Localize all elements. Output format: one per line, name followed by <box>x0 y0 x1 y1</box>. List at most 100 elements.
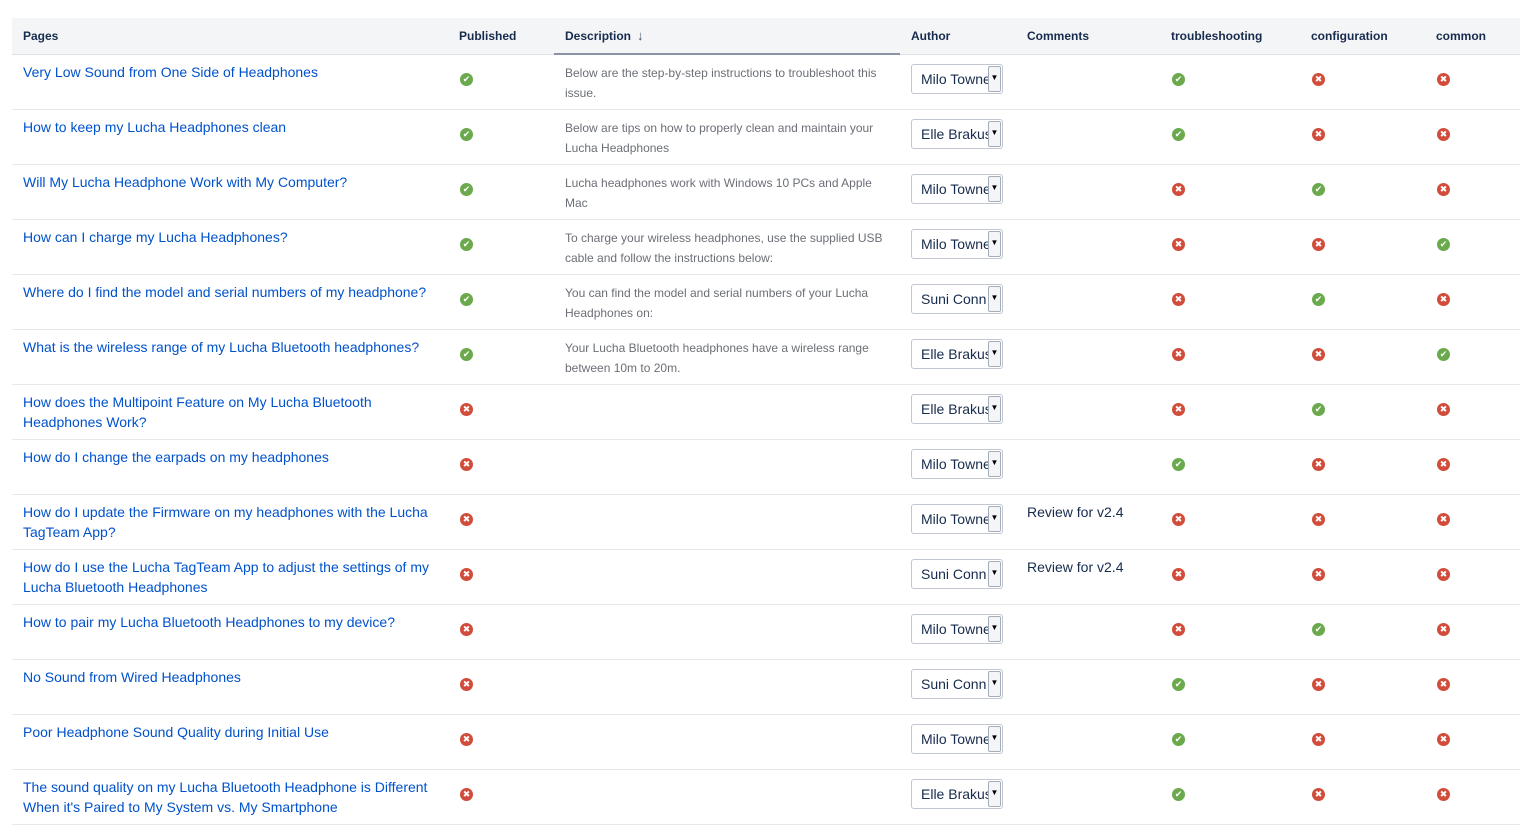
page-link[interactable]: How can I charge my Lucha Headphones? <box>23 229 288 245</box>
description-cell: Below are tips on how to properly clean … <box>554 109 900 164</box>
author-select[interactable]: Milo Towne ▼ <box>911 173 1003 204</box>
author-select[interactable]: Suni Conn ▼ <box>911 283 1003 314</box>
author-select[interactable]: Elle Brakus ▼ <box>911 778 1003 809</box>
check-circle-icon: ✔ <box>1172 457 1185 471</box>
check-circle-icon: ✔ <box>460 127 473 141</box>
pages-table: Pages Published Description ↓ Author Comm… <box>12 18 1520 825</box>
author-select[interactable]: Elle Brakus ▼ <box>911 393 1003 424</box>
troubleshooting-cell: ✔ <box>1160 769 1300 824</box>
check-circle-icon: ✔ <box>1312 622 1325 636</box>
caret-down-icon[interactable]: ▼ <box>988 505 1001 532</box>
page-link[interactable]: Very Low Sound from One Side of Headphon… <box>23 64 318 80</box>
caret-down-icon[interactable]: ▼ <box>988 340 1001 367</box>
author-select[interactable]: Milo Towne ▼ <box>911 63 1003 94</box>
check-circle-icon: ✔ <box>1172 732 1185 746</box>
published-cell: ✖ <box>448 494 554 549</box>
common-cell: ✖ <box>1425 659 1520 714</box>
column-header-label: Published <box>459 28 517 43</box>
page-link[interactable]: Poor Headphone Sound Quality during Init… <box>23 724 329 740</box>
description-cell <box>554 714 900 769</box>
cross-circle-icon: ✖ <box>460 457 473 471</box>
cross-circle-icon: ✖ <box>1437 567 1450 581</box>
page-link[interactable]: Where do I find the model and serial num… <box>23 284 426 300</box>
description-text: Lucha headphones work with Windows 10 PC… <box>565 175 872 210</box>
caret-down-icon[interactable]: ▼ <box>988 395 1001 422</box>
configuration-cell: ✖ <box>1300 329 1425 384</box>
troubleshooting-cell: ✔ <box>1160 714 1300 769</box>
cross-circle-icon: ✖ <box>460 732 473 746</box>
description-cell <box>554 659 900 714</box>
page-link[interactable]: What is the wireless range of my Lucha B… <box>23 339 419 355</box>
author-select[interactable]: Suni Conn ▼ <box>911 558 1003 589</box>
caret-down-icon[interactable]: ▼ <box>988 65 1001 92</box>
caret-down-icon[interactable]: ▼ <box>988 285 1001 312</box>
column-header-common[interactable]: common <box>1425 18 1520 55</box>
check-circle-icon: ✔ <box>1437 347 1450 361</box>
configuration-cell: ✖ <box>1300 549 1425 604</box>
cross-circle-icon: ✖ <box>1437 402 1450 416</box>
troubleshooting-cell: ✖ <box>1160 604 1300 659</box>
cross-circle-icon: ✖ <box>1312 512 1325 526</box>
page-cell: Where do I find the model and serial num… <box>12 274 448 329</box>
author-cell: Suni Conn ▼ <box>900 549 1016 604</box>
caret-down-icon[interactable]: ▼ <box>988 230 1001 257</box>
author-select[interactable]: Milo Towne ▼ <box>911 228 1003 259</box>
page-cell: How does the Multipoint Feature on My Lu… <box>12 384 448 439</box>
cross-circle-icon: ✖ <box>1172 292 1185 306</box>
page-link[interactable]: How do I update the Firmware on my headp… <box>23 504 428 540</box>
caret-down-icon[interactable]: ▼ <box>988 560 1001 587</box>
author-select[interactable]: Elle Brakus ▼ <box>911 118 1003 149</box>
author-select[interactable]: Milo Towne ▼ <box>911 723 1003 754</box>
description-cell <box>554 549 900 604</box>
column-header-published[interactable]: Published <box>448 18 554 55</box>
page-link[interactable]: How to pair my Lucha Bluetooth Headphone… <box>23 614 395 630</box>
column-header-pages[interactable]: Pages <box>12 18 448 55</box>
page-link[interactable]: Will My Lucha Headphone Work with My Com… <box>23 174 347 190</box>
cross-circle-icon: ✖ <box>1312 677 1325 691</box>
common-cell: ✖ <box>1425 384 1520 439</box>
author-cell: Milo Towne ▼ <box>900 219 1016 274</box>
table-row: How to keep my Lucha Headphones clean ✔ … <box>12 109 1520 164</box>
column-header-description[interactable]: Description ↓ <box>554 18 900 55</box>
cross-circle-icon: ✖ <box>1312 732 1325 746</box>
table-row: Will My Lucha Headphone Work with My Com… <box>12 164 1520 219</box>
cross-circle-icon: ✖ <box>1172 567 1185 581</box>
author-select[interactable]: Milo Towne ▼ <box>911 448 1003 479</box>
common-cell: ✖ <box>1425 439 1520 494</box>
cross-circle-icon: ✖ <box>1312 457 1325 471</box>
cross-circle-icon: ✖ <box>1437 622 1450 636</box>
author-select[interactable]: Elle Brakus ▼ <box>911 338 1003 369</box>
author-select[interactable]: Milo Towne ▼ <box>911 503 1003 534</box>
comments-cell <box>1016 329 1160 384</box>
caret-down-icon[interactable]: ▼ <box>988 120 1001 147</box>
column-header-label: configuration <box>1311 28 1388 43</box>
caret-down-icon[interactable]: ▼ <box>988 175 1001 202</box>
configuration-cell: ✔ <box>1300 604 1425 659</box>
column-header-troubleshooting[interactable]: troubleshooting <box>1160 18 1300 55</box>
page-link[interactable]: How does the Multipoint Feature on My Lu… <box>23 394 372 430</box>
description-text: Your Lucha Bluetooth headphones have a w… <box>565 340 869 375</box>
table-row: How do I use the Lucha TagTeam App to ad… <box>12 549 1520 604</box>
column-header-configuration[interactable]: configuration <box>1300 18 1425 55</box>
caret-down-icon[interactable]: ▼ <box>988 450 1001 477</box>
caret-down-icon[interactable]: ▼ <box>988 615 1001 642</box>
page-link[interactable]: How to keep my Lucha Headphones clean <box>23 119 286 135</box>
page-link[interactable]: How do I change the earpads on my headph… <box>23 449 329 465</box>
page-link[interactable]: The sound quality on my Lucha Bluetooth … <box>23 779 427 815</box>
column-header-author[interactable]: Author <box>900 18 1016 55</box>
caret-down-icon[interactable]: ▼ <box>988 780 1001 807</box>
page-link[interactable]: How do I use the Lucha TagTeam App to ad… <box>23 559 429 595</box>
caret-down-icon[interactable]: ▼ <box>988 670 1001 697</box>
page-link[interactable]: No Sound from Wired Headphones <box>23 669 241 685</box>
common-cell: ✔ <box>1425 329 1520 384</box>
page-cell: How do I use the Lucha TagTeam App to ad… <box>12 549 448 604</box>
author-select[interactable]: Suni Conn ▼ <box>911 668 1003 699</box>
author-name: Milo Towne <box>921 730 988 747</box>
column-header-comments[interactable]: Comments <box>1016 18 1160 55</box>
table-header-row: Pages Published Description ↓ Author Comm… <box>12 18 1520 55</box>
troubleshooting-cell: ✔ <box>1160 109 1300 164</box>
cross-circle-icon: ✖ <box>1437 677 1450 691</box>
author-cell: Elle Brakus ▼ <box>900 384 1016 439</box>
author-select[interactable]: Milo Towne ▼ <box>911 613 1003 644</box>
caret-down-icon[interactable]: ▼ <box>988 725 1001 752</box>
